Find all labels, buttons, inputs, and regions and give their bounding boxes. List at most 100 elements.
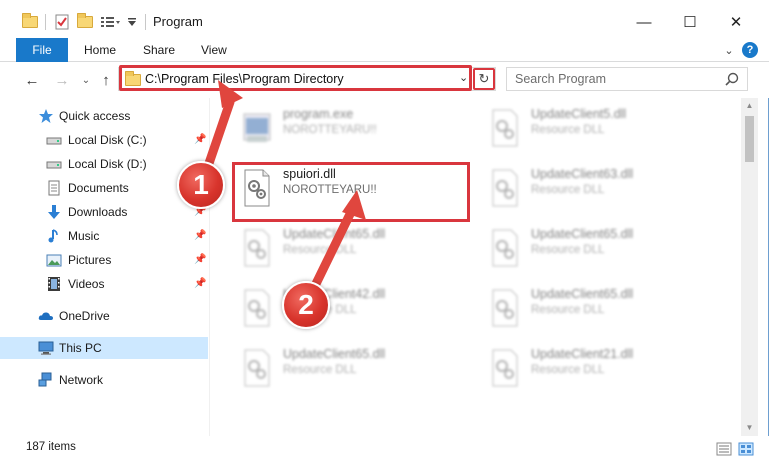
sidebar-item-onedrive[interactable]: OneDrive	[0, 305, 208, 327]
vertical-scrollbar[interactable]: ▲ ▼	[741, 98, 758, 436]
title-bar: Program — ☐ ✕	[0, 0, 769, 42]
scroll-down-icon[interactable]: ▼	[745, 423, 754, 433]
file-description: Resource DLL	[283, 244, 357, 256]
file-list: program.exe NOROTTEYARU!! spuiori.dll NO…	[211, 98, 741, 436]
help-icon[interactable]: ?	[742, 42, 758, 58]
pin-icon: 📌	[194, 134, 207, 145]
status-bar: 187 items	[0, 436, 769, 475]
sidebar-item-label: Network	[59, 373, 104, 387]
file-name: program.exe	[283, 107, 354, 121]
dropdown-icon[interactable]	[125, 13, 139, 31]
tab-view[interactable]: View	[201, 38, 227, 62]
sidebar-item-quick-access[interactable]: Quick access	[0, 105, 208, 127]
file-item[interactable]: UpdateClient65.dll Resource DLL	[233, 220, 469, 278]
network-icon	[38, 372, 54, 388]
file-item[interactable]: program.exe NOROTTEYARU!!	[233, 100, 469, 158]
download-icon	[46, 204, 62, 220]
drive-icon	[46, 132, 62, 148]
sidebar-item-network[interactable]: Network	[0, 369, 208, 391]
dll-file-icon	[492, 229, 518, 267]
sidebar-item-label: Quick access	[59, 109, 131, 123]
pin-icon: 📌	[194, 254, 207, 265]
scroll-up-icon[interactable]: ▲	[745, 101, 754, 111]
step-2-callout: 2	[282, 281, 330, 329]
sidebar-item-this-pc[interactable]: This PC	[0, 337, 208, 359]
music-icon	[46, 228, 62, 244]
sidebar-item-label: Videos	[68, 277, 105, 291]
new-folder-icon[interactable]	[75, 13, 95, 31]
sidebar-item-label: Pictures	[68, 253, 112, 267]
recent-locations-button[interactable]: ⌄	[76, 70, 96, 90]
sidebar-item-local-disk-c[interactable]: Local Disk (C:) 📌	[0, 129, 208, 151]
sidebar-item-music[interactable]: Music 📌	[0, 225, 208, 247]
file-item[interactable]: UpdateClient65.dll Resource DLL	[481, 220, 717, 278]
file-name: UpdateClient65.dll	[531, 287, 634, 301]
ribbon: File Home Share View ⌄ ?	[0, 38, 769, 62]
dll-file-icon	[492, 349, 518, 387]
sidebar-item-label: OneDrive	[59, 309, 110, 323]
refresh-button[interactable]: ↻	[473, 68, 495, 90]
file-description: Resource DLL	[531, 124, 605, 136]
sidebar-item-label: Documents	[68, 181, 129, 195]
customize-quick-access-icon[interactable]	[98, 13, 122, 31]
search-input[interactable]	[507, 68, 717, 90]
sidebar-item-label: This PC	[59, 341, 102, 355]
large-icons-view-icon[interactable]	[738, 442, 754, 456]
explorer-window: Program — ☐ ✕ File Home Share View ⌄ ? ←…	[0, 0, 769, 475]
file-item[interactable]: UpdateClient21.dll Resource DLL	[481, 340, 717, 398]
sidebar-item-downloads[interactable]: Downloads 📌	[0, 201, 208, 223]
file-name: UpdateClient5.dll	[531, 107, 627, 121]
details-view-icon[interactable]	[716, 442, 732, 456]
dll-file-icon	[492, 289, 518, 327]
forward-button[interactable]: →	[52, 70, 72, 90]
dll-file-icon	[492, 109, 518, 147]
maximize-button[interactable]: ☐	[668, 8, 712, 36]
close-button[interactable]: ✕	[714, 8, 758, 36]
file-highlight	[232, 162, 470, 222]
sidebar-item-local-disk-d[interactable]: Local Disk (D:)	[0, 153, 208, 175]
navigation-pane: Quick access Local Disk (C:) 📌 Local Dis…	[0, 98, 210, 436]
properties-icon[interactable]	[52, 13, 72, 31]
pin-icon: 📌	[194, 278, 207, 289]
tab-file[interactable]: File	[16, 38, 68, 62]
back-button[interactable]: ←	[22, 70, 42, 90]
dll-file-icon	[244, 289, 270, 327]
up-button[interactable]: ↑	[96, 70, 116, 90]
sidebar-item-label: Local Disk (C:)	[68, 133, 147, 147]
window-title: Program	[153, 14, 203, 29]
file-item[interactable]: UpdateClient42.dll Resource DLL	[233, 280, 469, 338]
file-name: UpdateClient63.dll	[531, 167, 634, 181]
tab-share[interactable]: Share	[143, 38, 175, 62]
file-description: Resource DLL	[531, 244, 605, 256]
dll-file-icon	[244, 229, 270, 267]
file-description: Resource DLL	[531, 364, 605, 376]
file-item[interactable]: UpdateClient63.dll Resource DLL	[481, 160, 717, 218]
dll-file-icon	[492, 169, 518, 207]
file-description: Resource DLL	[531, 184, 605, 196]
sidebar-item-label: Local Disk (D:)	[68, 157, 147, 171]
file-name: UpdateClient65.dll	[283, 227, 386, 241]
computer-icon	[38, 340, 54, 356]
drive-icon	[46, 156, 62, 172]
sidebar-item-pictures[interactable]: Pictures 📌	[0, 249, 208, 271]
search-box[interactable]	[506, 67, 748, 91]
expand-ribbon-icon[interactable]: ⌄	[722, 42, 736, 58]
file-name: UpdateClient21.dll	[531, 347, 634, 361]
address-highlight	[119, 65, 472, 91]
search-icon[interactable]	[725, 72, 739, 86]
file-description: NOROTTEYARU!!	[283, 124, 377, 136]
file-item[interactable]: UpdateClient65.dll Resource DLL	[481, 280, 717, 338]
scroll-thumb[interactable]	[745, 116, 754, 162]
videos-icon	[46, 276, 62, 292]
divider	[45, 14, 46, 30]
file-item[interactable]: UpdateClient5.dll Resource DLL	[481, 100, 717, 158]
file-name: UpdateClient65.dll	[531, 227, 634, 241]
dll-file-icon	[244, 349, 270, 387]
sidebar-item-videos[interactable]: Videos 📌	[0, 273, 208, 295]
minimize-button[interactable]: —	[622, 8, 666, 36]
divider	[145, 14, 146, 30]
file-item[interactable]: UpdateClient65.dll Resource DLL	[233, 340, 469, 398]
tab-home[interactable]: Home	[84, 38, 116, 62]
file-description: Resource DLL	[531, 304, 605, 316]
exe-file-icon	[243, 113, 271, 142]
